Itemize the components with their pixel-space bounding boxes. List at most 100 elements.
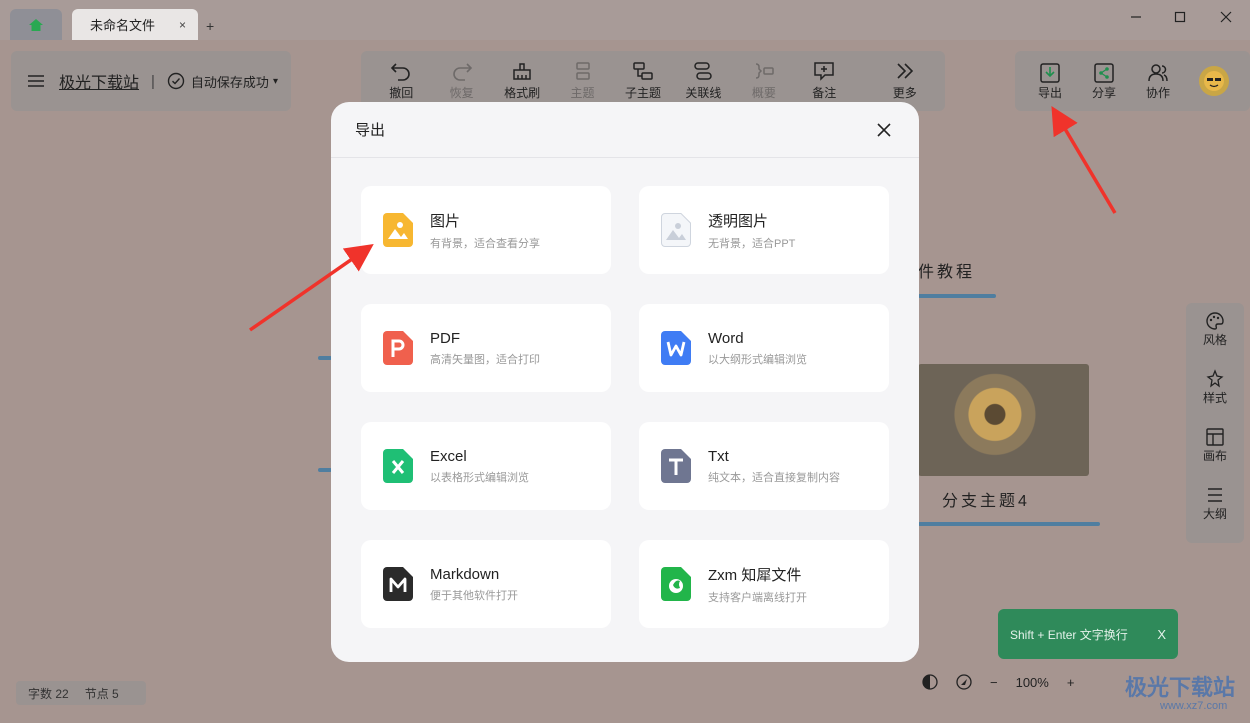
option-desc: 便于其他软件打开 [430, 589, 518, 602]
connector-line [318, 356, 332, 360]
excel-icon [383, 449, 413, 483]
file-header-panel: 极光下载站 | 自动保存成功 ▾ [11, 51, 291, 111]
topic-button[interactable]: 主题 [552, 61, 612, 101]
topic-label: 主题 [570, 86, 595, 100]
flower-image[interactable] [918, 364, 1089, 476]
theme-toggle-icon[interactable] [922, 674, 938, 690]
brand-link[interactable]: 极光下载站 [59, 69, 139, 93]
image-icon [383, 213, 413, 247]
dialog-close-button[interactable] [873, 119, 895, 141]
close-window-button[interactable] [1214, 6, 1238, 28]
option-desc: 高清矢量图，适合打印 [430, 353, 540, 366]
tab-close-icon[interactable]: × [179, 18, 186, 32]
export-option-image[interactable]: 图片 有背景，适合查看分享 [361, 186, 611, 274]
right-toolbar: 导出 分享 协作 [1015, 51, 1250, 111]
toast-text: Shift + Enter 文字换行 [1010, 627, 1128, 642]
zoom-in-button[interactable]: + [1067, 675, 1075, 690]
save-status: 自动保存成功 [190, 74, 269, 90]
home-tab[interactable] [10, 9, 62, 40]
maximize-button[interactable] [1168, 6, 1192, 28]
watermark-logo: 极光下载站 [1125, 675, 1236, 700]
subtopic-icon [633, 62, 653, 80]
redo-icon [452, 63, 472, 81]
branch-underline [918, 522, 1100, 526]
topic-icon [575, 62, 590, 80]
chevron-down-icon[interactable]: ▾ [273, 76, 278, 87]
summary-icon [755, 63, 774, 79]
canvas-button[interactable]: 画布 [1203, 427, 1227, 485]
tab-title: 未命名文件 [90, 18, 156, 33]
close-icon [877, 122, 891, 137]
export-option-pdf[interactable]: PDF 高清矢量图，适合打印 [361, 304, 611, 392]
word-icon [661, 331, 691, 365]
outline-button[interactable]: 大纲 [1203, 485, 1227, 543]
option-desc: 支持客户端离线打开 [708, 591, 807, 604]
option-title: Markdown [430, 565, 500, 583]
node-count: 节点 5 [84, 686, 119, 701]
watermark-url: www.xz7.com [1160, 700, 1228, 712]
layout-icon [1206, 428, 1224, 446]
side-toolbar: 风格 样式 画布 大纲 [1186, 303, 1244, 543]
option-desc: 无背景，适合PPT [708, 237, 796, 250]
summary-label: 概要 [751, 86, 776, 100]
mindmap-topic-text: 件教程 [918, 264, 976, 281]
magic-wand-icon [1206, 369, 1224, 388]
more-icon [897, 63, 913, 79]
export-button[interactable]: 导出 [1023, 62, 1077, 101]
export-option-markdown[interactable]: Markdown 便于其他软件打开 [361, 540, 611, 628]
check-circle-icon [167, 72, 185, 90]
collab-button[interactable]: 协作 [1131, 62, 1185, 101]
topic-underline [918, 294, 996, 298]
dialog-header: 导出 [331, 102, 919, 158]
markdown-icon [383, 567, 413, 601]
export-option-transparent-image[interactable]: 透明图片 无背景，适合PPT [639, 186, 889, 274]
style-theme-button[interactable]: 风格 [1203, 311, 1227, 369]
redo-button[interactable]: 恢复 [431, 61, 491, 101]
avatar[interactable] [1199, 66, 1229, 96]
export-option-zxm[interactable]: Zxm 知犀文件 支持客户端离线打开 [639, 540, 889, 628]
home-icon [29, 18, 43, 31]
zoom-level: 100% [1015, 674, 1049, 690]
export-option-excel[interactable]: Excel 以表格形式编辑浏览 [361, 422, 611, 510]
maximize-icon [1174, 11, 1186, 23]
summary-button[interactable]: 概要 [734, 61, 794, 101]
status-bar: 字数 22 节点 5 [16, 681, 146, 705]
menu-icon[interactable] [27, 74, 45, 88]
connector-line [318, 468, 332, 472]
toast-close-button[interactable]: X [1157, 627, 1166, 642]
option-desc: 有背景，适合查看分享 [430, 237, 540, 250]
locate-icon[interactable] [956, 674, 972, 690]
word-count: 字数 22 [28, 686, 69, 701]
note-button[interactable]: 备注 [794, 61, 854, 101]
zoom-out-button[interactable]: − [990, 675, 998, 690]
dialog-title: 导出 [355, 122, 386, 139]
transparent-image-icon [661, 213, 691, 247]
subtopic-label: 子主题 [624, 86, 661, 100]
format-painter-label: 格式刷 [504, 86, 541, 100]
node-style-label: 样式 [1202, 391, 1227, 405]
minimize-button[interactable] [1124, 6, 1148, 28]
note-icon [814, 62, 835, 81]
collab-icon [1148, 63, 1168, 81]
option-title: PDF [430, 329, 460, 347]
option-title: 透明图片 [708, 212, 769, 230]
document-tab[interactable]: 未命名文件 × [72, 9, 198, 40]
share-button[interactable]: 分享 [1077, 62, 1131, 101]
format-painter-button[interactable]: 格式刷 [492, 61, 552, 101]
relation-line-button[interactable]: 关联线 [673, 61, 733, 101]
undo-button[interactable]: 撤回 [371, 61, 431, 101]
export-option-word[interactable]: Word 以大纲形式编辑浏览 [639, 304, 889, 392]
format-painter-icon [513, 63, 531, 80]
export-label: 导出 [1037, 85, 1062, 100]
more-label: 更多 [892, 86, 917, 100]
new-tab-button[interactable]: + [206, 18, 214, 34]
more-button[interactable]: 更多 [875, 61, 935, 101]
option-title: Txt [708, 447, 729, 465]
node-style-button[interactable]: 样式 [1203, 369, 1227, 427]
export-option-txt[interactable]: Txt 纯文本，适合直接复制内容 [639, 422, 889, 510]
txt-icon [661, 449, 691, 483]
export-dialog: 导出 图片 有背景，适合查看分享 透明图片 无背景，适合PPT PDF 高清矢量… [331, 102, 919, 662]
separator: | [151, 72, 155, 90]
export-options: 图片 有背景，适合查看分享 透明图片 无背景，适合PPT PDF 高清矢量图，适… [361, 186, 889, 628]
subtopic-button[interactable]: 子主题 [613, 61, 673, 101]
